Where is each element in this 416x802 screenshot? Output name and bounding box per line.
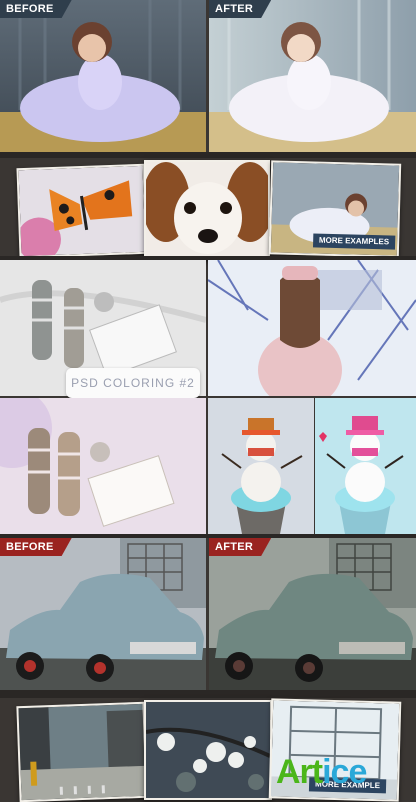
- blossom-photo: [144, 700, 272, 800]
- watermark-part-ice: ice: [322, 753, 366, 791]
- after-label-car: AFTER: [209, 538, 271, 556]
- car-photo-after: [209, 538, 416, 690]
- girl-photo-after: [209, 0, 416, 152]
- after-girl-image: AFTER: [209, 0, 416, 152]
- street-photo: [16, 702, 147, 802]
- section-divider: [0, 152, 416, 158]
- woman-tree-photo: [208, 260, 416, 396]
- dog-image: [146, 162, 268, 258]
- car-photo-before: [0, 538, 206, 690]
- butterfly-photo: [16, 164, 147, 258]
- watermark-part-art: Art: [276, 753, 322, 791]
- after-car-image: AFTER: [209, 538, 416, 690]
- snowman-before: [208, 398, 314, 534]
- section-divider: [0, 690, 416, 698]
- butterfly-image: [19, 166, 146, 256]
- psd-coloring-label: PSD COLORING #2: [66, 368, 200, 398]
- snowman-image-after: [315, 398, 416, 534]
- socks-laptop-after: [0, 398, 206, 534]
- artice-watermark: Artice: [276, 752, 366, 792]
- woman-tree-image: [208, 260, 416, 396]
- socks-laptop-image-2: [0, 398, 206, 534]
- after-label: AFTER: [209, 0, 271, 18]
- before-car-image: BEFORE: [0, 538, 206, 690]
- dog-photo: [144, 160, 270, 260]
- girl-grass-photo: MORE EXAMPLES: [269, 160, 401, 257]
- more-examples-badge: MORE EXAMPLES: [313, 233, 396, 249]
- before-label-car: BEFORE: [0, 538, 72, 556]
- blossom-image: [146, 702, 270, 798]
- snowman-after: [315, 398, 416, 534]
- street-image: [18, 704, 145, 800]
- before-girl-image: BEFORE: [0, 0, 206, 152]
- girl-photo-before: [0, 0, 206, 152]
- before-label: BEFORE: [0, 0, 72, 18]
- snowman-image-before: [208, 398, 314, 534]
